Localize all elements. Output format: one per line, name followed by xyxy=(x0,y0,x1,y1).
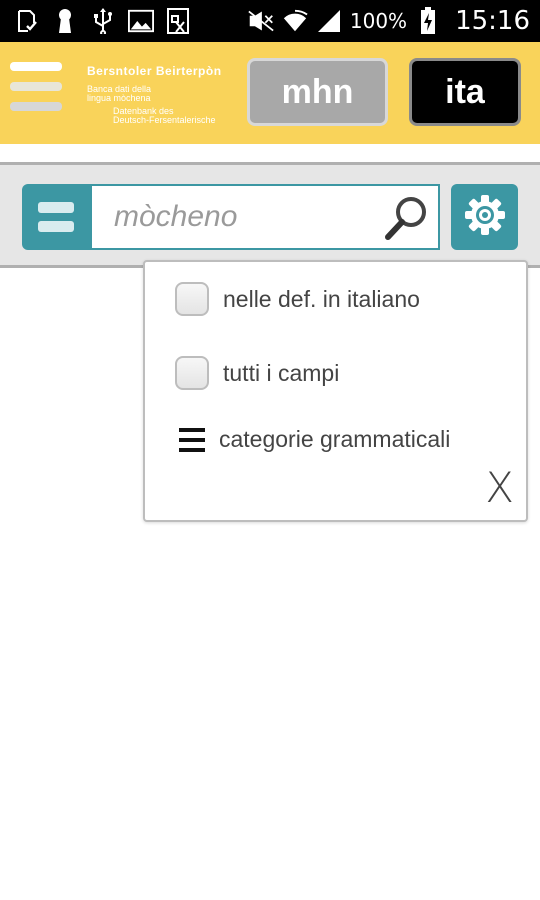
app-header: Bersntoler Beirterpòn Banca dati della l… xyxy=(0,42,540,144)
clock: 15:16 xyxy=(455,6,530,36)
status-bar: 100% 15:16 xyxy=(0,0,540,42)
battery-percent: 100% xyxy=(349,9,408,33)
notification-icons xyxy=(0,8,192,34)
wifi-icon xyxy=(282,8,308,34)
list-icon xyxy=(179,427,205,452)
option-all-fields[interactable]: tutti i campi xyxy=(175,356,339,390)
checkbox-definitions-italian[interactable] xyxy=(175,282,209,316)
app-logo xyxy=(10,62,62,122)
logo-bar xyxy=(10,102,62,111)
lang-ita-button[interactable]: ita xyxy=(409,58,521,126)
rx-icon xyxy=(166,8,192,34)
image-icon xyxy=(128,8,154,34)
system-icons: 100% 15:16 xyxy=(248,6,540,36)
download-done-icon xyxy=(14,8,40,34)
option-label: nelle def. in italiano xyxy=(223,285,420,312)
logo-bar xyxy=(10,62,62,71)
usb-icon xyxy=(90,8,116,34)
menu-button[interactable] xyxy=(22,184,92,250)
menu-icon xyxy=(38,202,74,213)
menu-icon xyxy=(38,221,74,232)
gear-icon xyxy=(463,193,507,242)
search-panel xyxy=(0,162,540,268)
grammatical-categories-label: categorie grammaticali xyxy=(219,426,451,452)
checkbox-all-fields[interactable] xyxy=(175,356,209,390)
lang-mhn-button[interactable]: mhn xyxy=(247,58,388,126)
option-definitions-italian[interactable]: nelle def. in italiano xyxy=(175,282,420,316)
settings-button[interactable] xyxy=(451,184,518,250)
logo-line-4: Deutsch-Fersentalerische xyxy=(113,115,216,125)
option-label: tutti i campi xyxy=(223,359,340,386)
logo-title: Bersntoler Beirterpòn xyxy=(87,64,222,78)
signal-icon xyxy=(316,8,342,34)
grammatical-categories-item[interactable]: categorie grammaticali xyxy=(175,426,450,453)
keyhole-icon xyxy=(52,8,78,34)
logo-bar xyxy=(10,82,62,91)
logo-line-2: lingua mòchena xyxy=(87,93,151,103)
close-dropdown-button[interactable]: X xyxy=(485,463,514,512)
battery-charging-icon xyxy=(415,7,441,34)
search-options-dropdown: nelle def. in italiano tutti i campi cat… xyxy=(143,260,528,522)
no-sound-icon xyxy=(248,8,274,34)
search-icon[interactable] xyxy=(382,195,430,243)
